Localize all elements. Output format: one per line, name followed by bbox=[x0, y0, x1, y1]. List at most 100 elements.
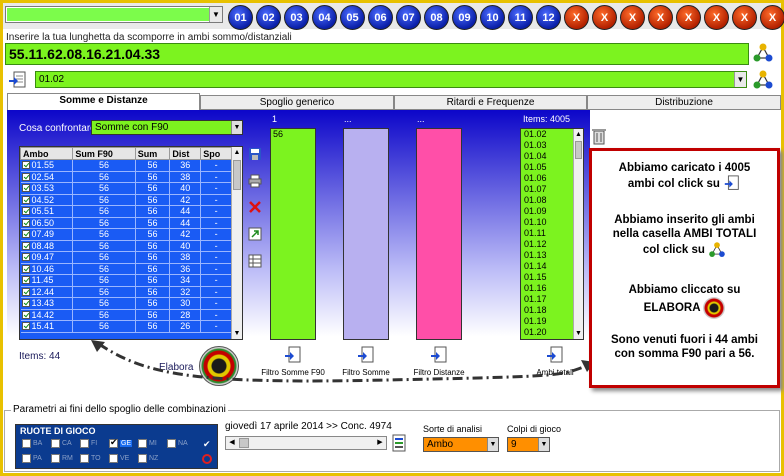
clear-icon[interactable] bbox=[202, 454, 212, 464]
row-checkbox[interactable] bbox=[21, 299, 30, 308]
table-row[interactable]: 07.49 56 56 42- bbox=[20, 228, 232, 241]
x-ball-button[interactable]: X bbox=[704, 5, 729, 30]
list-item[interactable]: 56 bbox=[271, 129, 315, 139]
row-checkbox[interactable] bbox=[21, 161, 30, 170]
x-ball-button[interactable]: X bbox=[564, 5, 589, 30]
ruota-checkbox[interactable] bbox=[22, 454, 31, 463]
ruota-checkbox[interactable] bbox=[138, 439, 147, 448]
print-icon[interactable] bbox=[248, 174, 262, 188]
table-row[interactable]: 11.45 56 56 34- bbox=[20, 274, 232, 287]
table-row[interactable]: 06.50 56 56 44- bbox=[20, 217, 232, 229]
delete-icon[interactable] bbox=[248, 200, 262, 214]
table-row[interactable]: 14.42 56 56 28- bbox=[20, 309, 232, 321]
number-ball-button[interactable]: 03 bbox=[284, 5, 309, 30]
load-document-icon[interactable] bbox=[8, 70, 28, 90]
chevron-down-icon[interactable]: ▼ bbox=[487, 438, 498, 451]
x-ball-button[interactable]: X bbox=[648, 5, 673, 30]
column-header[interactable]: Sum F90 bbox=[72, 147, 136, 160]
colpi-select[interactable]: 9 ▼ bbox=[507, 437, 550, 452]
ruota-checkbox[interactable] bbox=[167, 439, 176, 448]
trash-icon[interactable] bbox=[591, 127, 607, 145]
number-ball-button[interactable]: 04 bbox=[312, 5, 337, 30]
number-ball-button[interactable]: 07 bbox=[396, 5, 421, 30]
top-select[interactable]: ▼ bbox=[5, 6, 223, 23]
table-row[interactable]: 13.43 56 56 30- bbox=[20, 297, 232, 310]
table-row[interactable]: 03.53 56 56 40- bbox=[20, 182, 232, 195]
column-header[interactable]: Sum bbox=[134, 147, 171, 160]
row-checkbox[interactable] bbox=[21, 207, 30, 216]
ruota-checkbox[interactable] bbox=[109, 454, 118, 463]
table-row[interactable]: 02.54 56 56 38- bbox=[20, 171, 232, 183]
table-row[interactable]: 05.51 56 56 44- bbox=[20, 205, 232, 218]
tab-somme-distanze[interactable]: Somme e Distanze bbox=[7, 93, 200, 110]
scroll-up-icon[interactable]: ▲ bbox=[574, 129, 583, 140]
column-header[interactable]: Dist bbox=[169, 147, 202, 160]
table-row[interactable]: 08.48 56 56 40- bbox=[20, 240, 232, 252]
chevron-down-icon[interactable]: ▼ bbox=[734, 72, 746, 87]
save-icon[interactable] bbox=[248, 147, 262, 161]
confronta-select[interactable]: Somme con F90 ▼ bbox=[91, 120, 243, 135]
grid-icon[interactable] bbox=[248, 254, 262, 268]
ruota-checkbox[interactable] bbox=[80, 439, 89, 448]
concorso-slider[interactable]: ◀ ▶ bbox=[225, 436, 387, 450]
scroll-thumb[interactable] bbox=[575, 141, 582, 159]
filtro-somme-list[interactable] bbox=[343, 128, 389, 340]
row-checkbox[interactable] bbox=[21, 172, 30, 181]
number-ball-button[interactable]: 11 bbox=[508, 5, 533, 30]
chevron-down-icon[interactable]: ▼ bbox=[209, 7, 222, 22]
ruota-checkbox[interactable] bbox=[22, 439, 31, 448]
table-row[interactable]: 12.44 56 56 32- bbox=[20, 286, 232, 298]
row-checkbox[interactable] bbox=[21, 241, 30, 250]
tab-distribuzione[interactable]: Distribuzione bbox=[587, 95, 781, 110]
network-icon[interactable] bbox=[752, 42, 774, 64]
ruota-checkbox[interactable]: ✔ bbox=[109, 437, 118, 448]
number-ball-button[interactable]: 10 bbox=[480, 5, 505, 30]
table-row[interactable]: 15.41 56 56 26- bbox=[20, 320, 232, 333]
ambo-select[interactable]: 01.02 ▼ bbox=[35, 71, 747, 88]
chevron-down-icon[interactable]: ▼ bbox=[538, 438, 549, 451]
number-ball-button[interactable]: 02 bbox=[256, 5, 281, 30]
number-ball-button[interactable]: 09 bbox=[452, 5, 477, 30]
row-checkbox[interactable] bbox=[21, 218, 30, 227]
row-checkbox[interactable] bbox=[21, 264, 30, 273]
row-checkbox[interactable] bbox=[21, 230, 30, 239]
row-checkbox[interactable] bbox=[21, 276, 30, 285]
number-ball-button[interactable]: 01 bbox=[228, 5, 253, 30]
network-icon[interactable] bbox=[752, 69, 774, 91]
row-checkbox[interactable] bbox=[21, 287, 30, 296]
tab-spoglio-generico[interactable]: Spoglio generico bbox=[200, 95, 394, 110]
table-row[interactable]: 04.52 56 56 42- bbox=[20, 194, 232, 206]
row-checkbox[interactable] bbox=[21, 322, 30, 331]
ambi-totali-list[interactable]: 01.02 01.03 01.04 01.05 01.06 01.07 01.08 01.09… bbox=[520, 128, 584, 340]
number-ball-button[interactable]: 05 bbox=[340, 5, 365, 30]
lunghetta-input[interactable]: 55.11.62.08.16.21.04.33 bbox=[5, 43, 749, 65]
scroll-up-icon[interactable]: ▲ bbox=[232, 147, 242, 158]
number-ball-button[interactable]: 06 bbox=[368, 5, 393, 30]
ruota-checkbox[interactable] bbox=[51, 454, 60, 463]
x-ball-button[interactable]: X bbox=[676, 5, 701, 30]
x-ball-button[interactable]: X bbox=[732, 5, 757, 30]
ruota-checkbox[interactable] bbox=[51, 439, 60, 448]
table-row[interactable]: 01.55 56 56 36- bbox=[20, 159, 232, 172]
number-ball-button[interactable]: 12 bbox=[536, 5, 561, 30]
filtro-distanze-list[interactable] bbox=[416, 128, 462, 340]
slider-thumb[interactable] bbox=[239, 438, 249, 448]
table-row[interactable]: 09.47 56 56 38- bbox=[20, 251, 232, 264]
table-row[interactable]: 10.46 56 56 36- bbox=[20, 263, 232, 275]
check-all-icon[interactable]: ✔ bbox=[203, 439, 211, 450]
row-checkbox[interactable] bbox=[21, 184, 30, 193]
ruota-checkbox[interactable] bbox=[80, 454, 89, 463]
chevron-down-icon[interactable]: ▼ bbox=[231, 121, 242, 134]
x-ball-button[interactable]: X bbox=[620, 5, 645, 30]
number-ball-button[interactable]: 08 bbox=[424, 5, 449, 30]
x-ball-button[interactable]: X bbox=[592, 5, 617, 30]
scroll-thumb[interactable] bbox=[233, 160, 241, 190]
row-checkbox[interactable] bbox=[21, 253, 30, 262]
table-scrollbar[interactable]: ▲ ▼ bbox=[231, 147, 242, 339]
archive-icon[interactable] bbox=[390, 433, 408, 453]
filtro-somme-f90-list[interactable]: 56 bbox=[270, 128, 316, 340]
column-header[interactable]: Spo bbox=[200, 147, 232, 160]
column-header[interactable]: Ambo bbox=[20, 147, 74, 160]
sorte-select[interactable]: Ambo ▼ bbox=[423, 437, 499, 452]
scroll-right-icon[interactable]: ▶ bbox=[374, 437, 386, 449]
